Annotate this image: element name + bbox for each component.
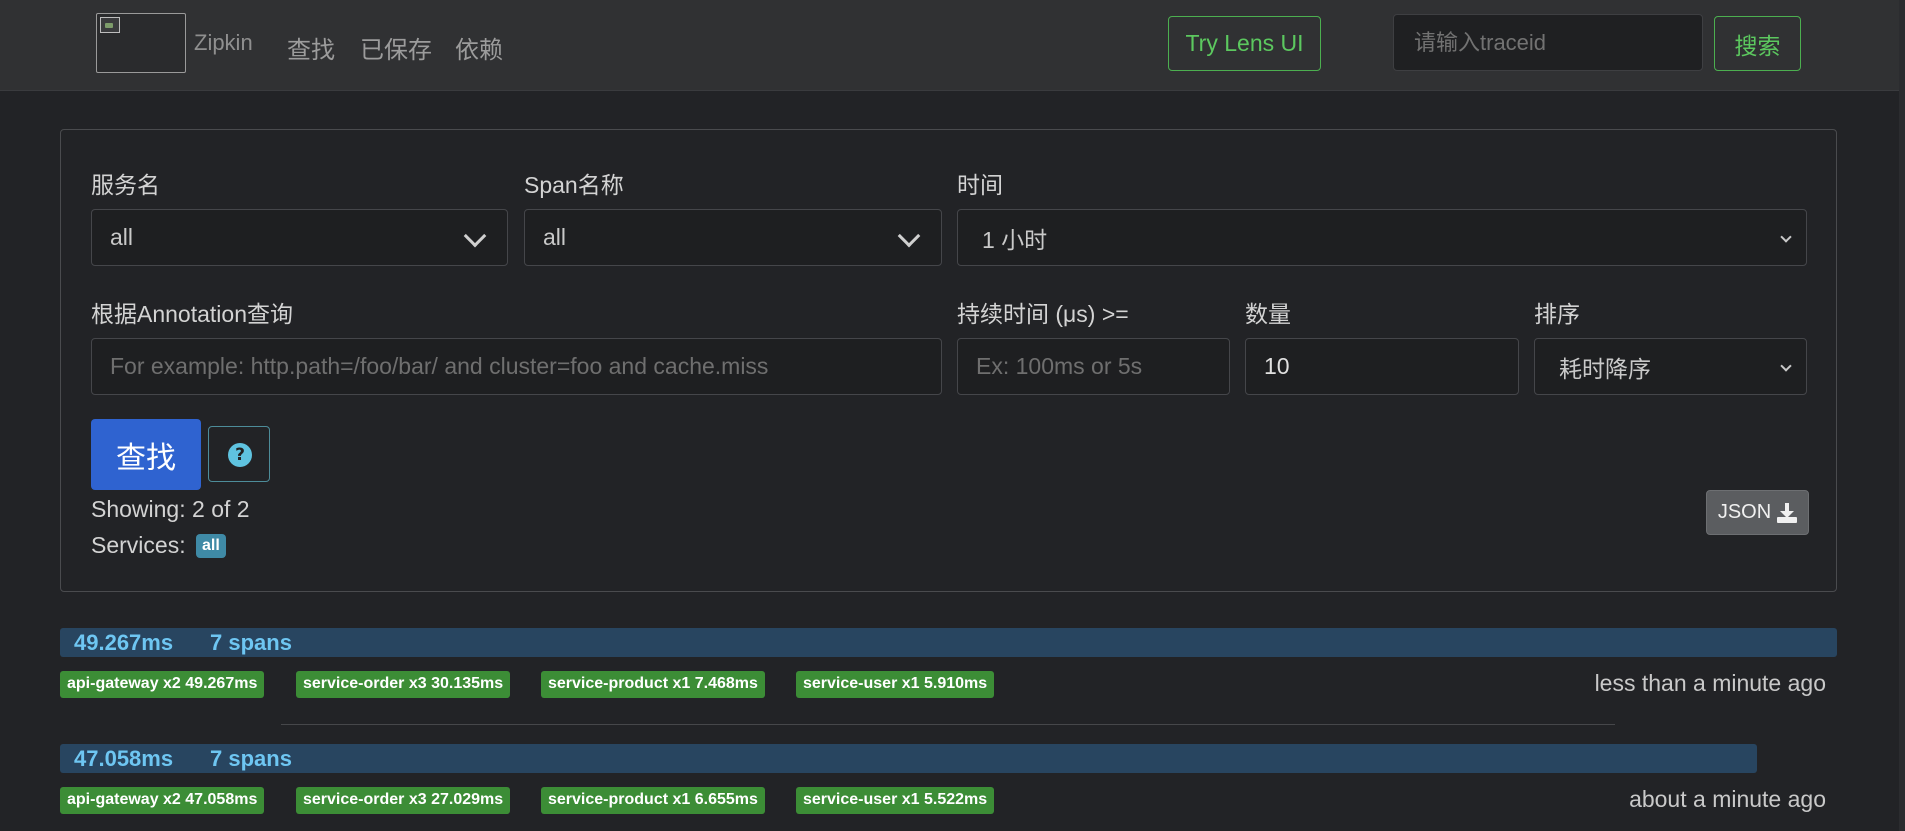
try-lens-ui-button[interactable]: Try Lens UI: [1168, 16, 1321, 71]
zipkin-logo-image[interactable]: [96, 13, 186, 73]
trace-duration: 49.267ms: [74, 630, 174, 655]
limit-input[interactable]: [1245, 338, 1519, 395]
limit-label: 数量: [1245, 301, 1291, 327]
question-circle-icon: ?: [228, 443, 252, 467]
search-panel: 服务名 Span名称 时间 all all 1 小时 根据Annotation查…: [60, 129, 1837, 592]
min-duration-input[interactable]: [957, 338, 1230, 395]
page-scrollbar[interactable]: [1899, 0, 1905, 831]
chevron-down-icon: [1780, 360, 1792, 372]
chevron-down-icon: [463, 224, 487, 248]
service-tag: service-user x1 5.910ms: [796, 671, 995, 698]
trace-duration: 47.058ms: [74, 746, 174, 771]
service-tag: api-gateway x2 47.058ms: [60, 787, 265, 814]
sort-order-select[interactable]: 耗时降序: [1534, 338, 1807, 395]
chevron-down-icon: [897, 224, 921, 248]
navbar: Zipkin 查找 已保存 依赖 Try Lens UI 搜索: [0, 0, 1905, 91]
time-range-value: 1 小时: [982, 226, 1048, 253]
services-filter: Services: all: [91, 532, 226, 559]
help-button[interactable]: ?: [208, 426, 270, 482]
time-label: 时间: [957, 172, 1003, 198]
time-range-select[interactable]: 1 小时: [957, 209, 1807, 266]
service-badge-all[interactable]: all: [195, 534, 226, 558]
chevron-down-icon: [1780, 231, 1792, 243]
json-download-button[interactable]: JSON: [1706, 490, 1809, 535]
broken-image-icon: [100, 17, 120, 33]
services-label: Services:: [91, 532, 186, 558]
trace-span-count: 7 spans: [210, 746, 292, 771]
span-name-select[interactable]: all: [524, 209, 942, 266]
service-tag: api-gateway x2 49.267ms: [60, 671, 265, 698]
trace-id-input[interactable]: [1393, 14, 1703, 71]
sort-label: 排序: [1534, 301, 1580, 327]
service-tag: service-product x1 7.468ms: [541, 671, 765, 698]
service-tag: service-order x3 27.029ms: [296, 787, 511, 814]
service-tag: service-user x1 5.522ms: [796, 787, 995, 814]
sort-order-value: 耗时降序: [1559, 355, 1651, 382]
min-duration-label: 持续时间 (μs) >=: [957, 301, 1129, 327]
trace-timestamp: about a minute ago: [1629, 786, 1826, 812]
json-button-label: JSON: [1717, 501, 1772, 523]
nav-link-find[interactable]: 查找: [287, 30, 335, 65]
service-name-select[interactable]: all: [91, 209, 508, 266]
span-name-value: all: [543, 224, 567, 250]
trace-duration-bar[interactable]: 47.058ms 7 spans: [60, 744, 1757, 773]
trace-search-button[interactable]: 搜索: [1714, 16, 1801, 71]
results-count: Showing: 2 of 2: [91, 496, 250, 522]
nav-link-dependencies[interactable]: 依赖: [455, 30, 503, 65]
span-name-label: Span名称: [524, 172, 624, 198]
service-tag: service-order x3 30.135ms: [296, 671, 511, 698]
service-tag: service-product x1 6.655ms: [541, 787, 765, 814]
find-traces-button[interactable]: 查找: [91, 419, 201, 490]
trace-timestamp: less than a minute ago: [1594, 670, 1826, 696]
brand-name[interactable]: Zipkin: [194, 30, 253, 56]
service-name-value: all: [110, 224, 134, 250]
annotation-query-label: 根据Annotation查询: [91, 301, 293, 327]
nav-link-saved[interactable]: 已保存: [360, 30, 432, 65]
service-name-label: 服务名: [91, 172, 160, 198]
download-icon: [1777, 502, 1798, 523]
trace-duration-bar[interactable]: 49.267ms 7 spans: [60, 628, 1837, 657]
trace-divider: [281, 724, 1615, 725]
annotation-query-input[interactable]: [91, 338, 942, 395]
trace-span-count: 7 spans: [210, 630, 292, 655]
